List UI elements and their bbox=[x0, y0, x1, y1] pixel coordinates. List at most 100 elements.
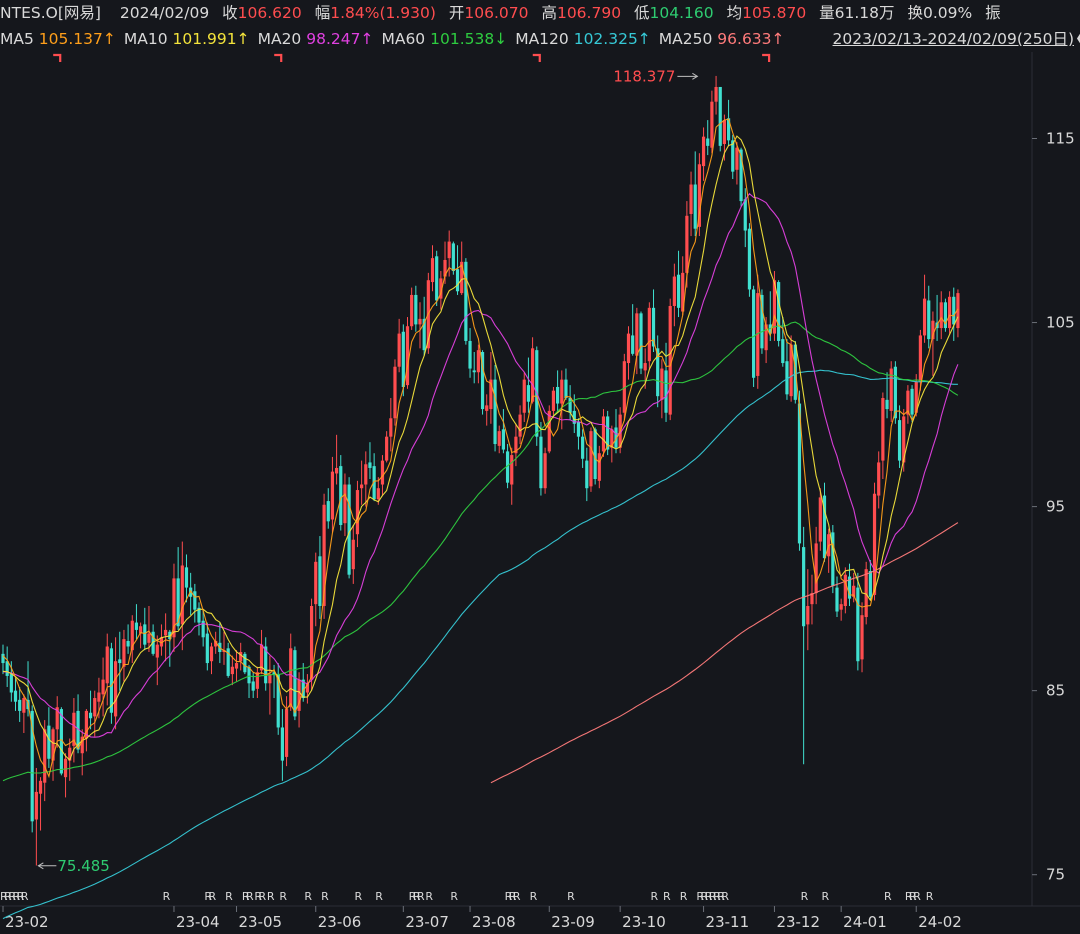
candle-body bbox=[893, 366, 897, 419]
ma-legend-value: 102.325↑ bbox=[573, 30, 651, 48]
candle-body bbox=[97, 692, 101, 702]
date-range-selector[interactable]: 2023/02/13-2024/02/09(250日) bbox=[833, 26, 1074, 52]
r-marker: R bbox=[321, 890, 329, 903]
candle-body bbox=[576, 421, 581, 437]
candle-body bbox=[639, 313, 643, 369]
ma-legend-label: MA120 bbox=[515, 30, 574, 48]
candle-body bbox=[927, 300, 931, 340]
avg-value: 105.870 bbox=[742, 4, 807, 22]
y-tick-label: 75 bbox=[1046, 866, 1065, 884]
x-tick-label: 23-05 bbox=[239, 913, 283, 931]
candle-body bbox=[526, 385, 531, 402]
open-label: 开 bbox=[448, 4, 465, 22]
ma-legend-label: MA10 bbox=[123, 30, 173, 48]
candle-body bbox=[918, 335, 922, 382]
ma-legend: MA5 105.137↑ MA10 101.991↑ MA20 98.247↑ MA6… bbox=[0, 30, 793, 48]
candle-body bbox=[660, 368, 664, 400]
x-tick-label: 23-12 bbox=[776, 913, 820, 931]
candle-body bbox=[335, 467, 339, 474]
candle-body bbox=[643, 363, 647, 371]
candle-body bbox=[88, 712, 93, 719]
candle-body bbox=[376, 488, 380, 500]
open-value: 106.070 bbox=[464, 4, 529, 22]
candle-body bbox=[430, 258, 435, 283]
low-annotation: 75.485 bbox=[57, 857, 110, 875]
candle-body bbox=[556, 386, 560, 404]
candle-body bbox=[685, 215, 689, 273]
candle-body bbox=[593, 429, 597, 479]
candle-body bbox=[501, 429, 505, 450]
candle-body bbox=[410, 294, 414, 327]
quote-date: 2024/02/09 bbox=[119, 4, 210, 22]
r-marker: R bbox=[354, 890, 362, 903]
candle-body bbox=[205, 633, 209, 664]
r-marker: R bbox=[163, 890, 171, 903]
candle-body bbox=[472, 370, 476, 373]
ma-legend-label: MA5 bbox=[0, 30, 39, 48]
candle-body bbox=[22, 698, 26, 713]
candle-body bbox=[9, 674, 13, 693]
candle-body bbox=[355, 490, 360, 535]
high-label: 高 bbox=[541, 4, 557, 22]
candle-body bbox=[814, 543, 818, 594]
r-marker: R bbox=[246, 890, 254, 903]
candle-body bbox=[284, 709, 289, 757]
moving-average-bar: MA5 105.137↑ MA10 101.991↑ MA20 98.247↑ MA6… bbox=[0, 26, 1080, 52]
candle-body bbox=[922, 298, 927, 336]
x-tick-label: 23-08 bbox=[472, 913, 516, 931]
r-marker: R bbox=[209, 890, 217, 903]
candle-body bbox=[468, 340, 472, 369]
candle-body bbox=[777, 282, 781, 341]
candle-body bbox=[93, 698, 97, 717]
candle-body bbox=[597, 453, 601, 481]
turnover-value: 0.09% bbox=[922, 4, 973, 22]
x-tick-label: 23-11 bbox=[706, 913, 750, 931]
r-marker: R bbox=[926, 890, 934, 903]
low-value: 104.160 bbox=[649, 4, 714, 22]
candle-body bbox=[447, 241, 451, 259]
chevron-left-icon[interactable]: ❮ bbox=[1075, 26, 1080, 52]
candle-body bbox=[647, 307, 651, 362]
candle-body bbox=[389, 418, 393, 437]
candle-body bbox=[802, 547, 806, 627]
candle-body bbox=[155, 644, 159, 658]
candle-body bbox=[689, 184, 693, 214]
candle-body bbox=[631, 335, 635, 354]
candle-body bbox=[455, 269, 460, 292]
candlestick-chart[interactable]: 75 85 95 105 115 23-02 23-04 23-05 23-06 23-07 23-… bbox=[0, 52, 1080, 934]
r-marker: R bbox=[651, 890, 659, 903]
candle-body bbox=[781, 339, 785, 364]
candle-body bbox=[701, 136, 706, 167]
candle-body bbox=[910, 388, 914, 415]
candle-body bbox=[722, 120, 727, 145]
candle-body bbox=[418, 318, 422, 325]
candle-body bbox=[539, 436, 543, 489]
candle-body bbox=[818, 497, 822, 542]
period-marker bbox=[274, 53, 283, 62]
candle-body bbox=[568, 398, 572, 413]
turnover-label: 换 bbox=[907, 4, 923, 22]
candle-body bbox=[564, 379, 568, 399]
r-marker: R bbox=[530, 890, 538, 903]
candle-body bbox=[38, 780, 43, 794]
candle-body bbox=[497, 431, 501, 446]
symbol-name[interactable]: NTES.O[网易] bbox=[0, 4, 101, 22]
candle-body bbox=[184, 567, 189, 588]
candle-body bbox=[560, 379, 564, 404]
r-marker: R bbox=[913, 890, 921, 903]
candle-body bbox=[939, 302, 943, 329]
candle-body bbox=[581, 436, 585, 459]
amplitude-label: 振 bbox=[985, 4, 1001, 22]
candle-body bbox=[255, 672, 259, 689]
period-marker bbox=[532, 53, 541, 62]
candle-body bbox=[126, 640, 130, 647]
candle-body bbox=[543, 453, 547, 489]
r-marker: R bbox=[267, 890, 275, 903]
candle-body bbox=[747, 228, 752, 290]
ma-legend-value: 101.991↑ bbox=[172, 30, 250, 48]
candle-body bbox=[693, 184, 697, 229]
candle-body bbox=[34, 791, 38, 820]
candle-body bbox=[330, 471, 335, 520]
candle-body bbox=[547, 410, 551, 452]
candle-body bbox=[280, 727, 284, 761]
